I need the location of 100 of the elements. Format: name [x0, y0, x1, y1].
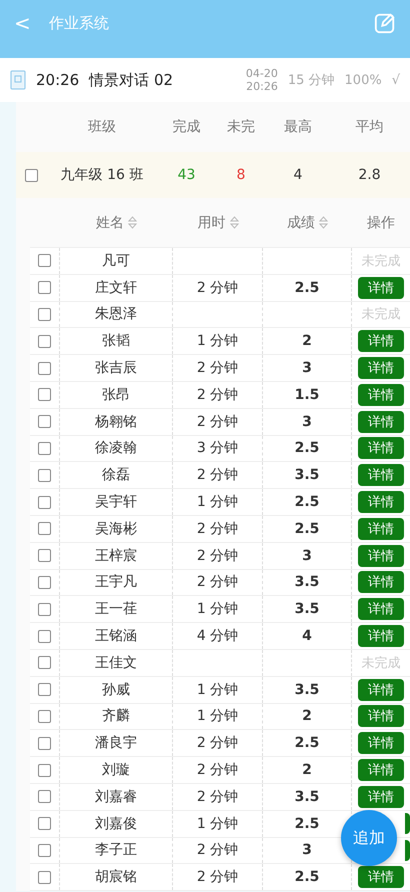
score: 3.5	[294, 601, 320, 618]
details-button[interactable]: 详情	[358, 678, 404, 701]
checkbox[interactable]	[38, 764, 51, 777]
details-button[interactable]: 详情	[358, 518, 404, 540]
time-used: 2 分钟	[196, 868, 238, 886]
student-name: 潘良宇	[95, 734, 137, 752]
edit-icon[interactable]	[374, 12, 396, 34]
score: 3	[302, 414, 312, 430]
checkbox[interactable]	[38, 790, 51, 804]
details-button[interactable]: 详情	[358, 866, 404, 888]
score: 1.5	[294, 386, 320, 403]
undone-count: 8	[236, 167, 246, 183]
checkbox[interactable]	[38, 549, 51, 562]
checkbox[interactable]	[38, 522, 51, 536]
details-button[interactable]: 详情	[358, 357, 404, 380]
details-button[interactable]: 详情	[358, 786, 404, 808]
student-name: 凡可	[102, 252, 130, 270]
checkbox[interactable]	[38, 388, 51, 402]
window-title: 作业系统	[48, 14, 110, 32]
student-name: 徐凌翰	[95, 439, 137, 458]
checkbox[interactable]	[38, 817, 51, 830]
details-button[interactable]: 详情	[358, 705, 404, 728]
check-mark: √	[392, 72, 400, 88]
student-name: 王铭涵	[95, 627, 137, 646]
checkbox[interactable]	[38, 334, 51, 348]
details-button[interactable]: 详情	[358, 437, 404, 460]
column-header[interactable]: 成绩	[287, 214, 315, 232]
details-button[interactable]: 详情	[358, 571, 404, 594]
checkbox[interactable]	[38, 496, 51, 509]
details-button[interactable]: 详情	[358, 598, 404, 620]
checkbox[interactable]	[38, 630, 51, 643]
details-button[interactable]: 详情	[358, 732, 404, 754]
time-used: 1 分钟	[196, 707, 238, 726]
score: 2.5	[294, 735, 320, 752]
column-header: 未完	[227, 118, 255, 136]
student-name: 杨翱铭	[95, 412, 137, 431]
score: 3	[302, 360, 312, 376]
checkbox[interactable]	[24, 168, 38, 182]
student-name: 李子正	[95, 841, 137, 860]
checkbox[interactable]	[38, 415, 51, 428]
score: 2	[302, 333, 312, 350]
sort-icon[interactable]	[319, 216, 328, 229]
column-header[interactable]: 姓名	[96, 214, 124, 232]
column-header[interactable]: 用时	[198, 214, 226, 232]
details-button[interactable]: 详情	[358, 410, 404, 433]
details-button[interactable]: 详情	[358, 625, 404, 648]
details-button[interactable]: 详情	[358, 759, 404, 782]
homework-time: 20:26	[36, 71, 80, 89]
details-button[interactable]: 详情	[358, 464, 404, 486]
student-name: 徐磊	[102, 466, 130, 484]
checkbox[interactable]	[38, 442, 51, 455]
checkbox[interactable]	[38, 683, 51, 696]
checkbox[interactable]	[38, 602, 51, 616]
student-name: 王宇凡	[95, 573, 137, 592]
time-used: 1 分钟	[196, 814, 238, 833]
time-used: 2 分钟	[196, 573, 238, 592]
checkbox[interactable]	[38, 736, 51, 750]
column-header: 最高	[284, 118, 312, 136]
sort-icon[interactable]	[230, 216, 238, 229]
column-header: 平均	[356, 118, 384, 136]
score: 2.5	[294, 869, 320, 886]
checkbox[interactable]	[38, 254, 51, 268]
average-score: 2.8	[358, 167, 381, 183]
class-name: 九年级 16 班	[60, 166, 144, 184]
checkbox[interactable]	[38, 576, 51, 589]
column-header: 班级	[88, 118, 116, 136]
student-name: 王佳文	[95, 654, 137, 672]
details-button[interactable]: 详情	[358, 330, 404, 352]
student-name: 孙威	[102, 680, 130, 699]
score: 4	[302, 628, 312, 644]
time-used: 2 分钟	[196, 734, 238, 752]
score: 3.5	[294, 574, 320, 590]
details-button[interactable]: 详情	[358, 491, 404, 514]
checkbox[interactable]	[38, 844, 51, 857]
details-button[interactable]	[405, 840, 410, 861]
time-used: 2 分钟	[196, 412, 238, 431]
homework-title: 情景对话 02	[89, 70, 174, 90]
column-header: 完成	[172, 118, 200, 136]
score: 2.5	[294, 816, 320, 832]
details-button[interactable]: 详情	[358, 544, 404, 567]
checkbox[interactable]	[38, 281, 51, 294]
score: 2	[302, 708, 312, 724]
student-name: 刘璇	[102, 761, 130, 780]
student-name: 刘嘉睿	[95, 788, 137, 806]
time-used: 2 分钟	[196, 466, 238, 484]
sort-icon[interactable]	[128, 216, 137, 229]
checkbox[interactable]	[38, 362, 51, 375]
details-button[interactable]: 详情	[358, 276, 404, 299]
completion-rate: 100%	[344, 72, 382, 88]
details-button[interactable]: 详情	[358, 384, 404, 406]
checkbox[interactable]	[38, 710, 51, 723]
checkbox[interactable]	[38, 870, 51, 884]
time-used: 1 分钟	[196, 600, 238, 618]
checkbox[interactable]	[38, 468, 51, 482]
checkbox[interactable]	[38, 656, 51, 670]
score: 2.5	[294, 494, 320, 510]
details-button[interactable]	[405, 813, 410, 834]
checkbox[interactable]	[38, 308, 51, 321]
student-name: 吴海彬	[95, 520, 137, 538]
time-used: 4 分钟	[196, 627, 238, 646]
